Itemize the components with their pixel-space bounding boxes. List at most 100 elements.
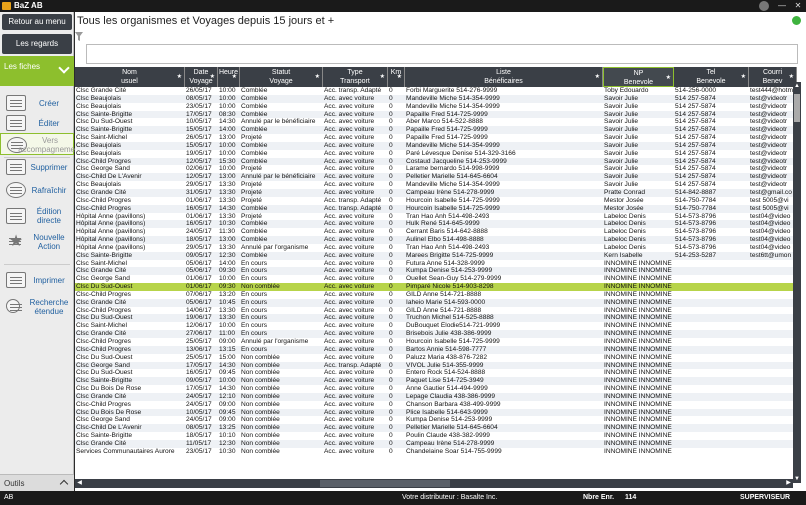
- vertical-scrollbar[interactable]: ▲ ▼: [793, 82, 801, 483]
- sidebar-item-edit[interactable]: Éditer: [0, 112, 74, 134]
- table-cell: Kern Isabelle: [604, 251, 643, 259]
- table-row[interactable]: Clsc-Child De L'Avenir 12/05/17 13:00 Annul…: [75, 173, 797, 182]
- table-row[interactable]: Clsc Grande Cité 31/05/17 13:30 Projeté Acc.…: [75, 188, 797, 197]
- sidebar-item-new-action[interactable]: ★ Nouvelle Action: [0, 231, 74, 253]
- table-row[interactable]: Clsc Sainte-Brigitte 15/05/17 14:00 Comblée…: [75, 126, 797, 135]
- col-date-voyage-header[interactable]: Date Voyage ★: [185, 67, 218, 87]
- table-row[interactable]: Clsc George Sand 17/05/17 14:30 Non comblée…: [75, 361, 797, 370]
- table-row[interactable]: Clsc-Child Progres 14/06/17 13:30 En cours A…: [75, 307, 797, 315]
- table-row[interactable]: Clsc Grande Cité 24/05/17 12:10 Non comblée…: [75, 392, 797, 401]
- sidebar-item-accompaniment[interactable]: Vers accompagnement: [0, 133, 82, 155]
- table-row[interactable]: Clsc Beaujolais 15/05/17 10:00 Comblée Acc. …: [75, 141, 797, 150]
- col-liste-beneficiaires-header[interactable]: Liste Bénéficaires ★: [405, 67, 603, 87]
- sort-icon[interactable]: ★: [666, 74, 671, 83]
- user-icon[interactable]: [759, 1, 769, 11]
- table-row[interactable]: Clsc Du Sud-Ouest 25/05/17 15:00 Non comblé…: [75, 354, 797, 362]
- col-type-transport-header[interactable]: Type Transport ★: [323, 67, 388, 87]
- table-row[interactable]: Clsc Grande Cité 26/05/17 10:00 Comblée Acc.…: [75, 87, 797, 95]
- col-km-header[interactable]: Km ★: [388, 67, 405, 87]
- table-row[interactable]: Clsc Sainte-Brigitte 09/05/17 10:00 Non com…: [75, 377, 797, 386]
- table-cell: 14:30: [219, 361, 236, 369]
- table-row[interactable]: Clsc Sainte-Brigitte 18/05/17 10:10 Non com…: [75, 432, 797, 440]
- minimize-icon[interactable]: —: [774, 0, 790, 12]
- table-row[interactable]: Clsc-Child Progres 16/05/17 14:30 Comblée Ac…: [75, 204, 797, 213]
- table-row[interactable]: Clsc Grande Cité 05/06/17 09:30 En cours Acc…: [75, 267, 797, 276]
- table-cell: Acc. avec voiture: [324, 251, 375, 259]
- table-row[interactable]: Hôpital Anne (pavillons) 01/06/17 13:30 Pro…: [75, 213, 797, 221]
- table-row[interactable]: Clsc Saint-Michel 12/06/17 10:00 En cours Ac…: [75, 322, 797, 330]
- table-row[interactable]: Clsc-Child Progres 24/05/17 09:00 Non combl…: [75, 401, 797, 409]
- table-row[interactable]: Clsc Beaujolais 23/05/17 10:00 Comblée Acc. …: [75, 103, 797, 111]
- close-icon[interactable]: ✕: [790, 0, 806, 12]
- col-statut-voyage-header[interactable]: Statut Voyage ★: [240, 67, 323, 87]
- sort-icon[interactable]: ★: [595, 73, 600, 82]
- sidebar-item-print[interactable]: Imprimer: [0, 269, 74, 291]
- table-row[interactable]: Clsc Grande Cité 05/06/17 10:45 En cours Acc…: [75, 298, 797, 307]
- table-row[interactable]: Services Communautaires Aurore 23/05/17 10…: [75, 448, 797, 456]
- back-to-menu-button[interactable]: Retour au menu: [2, 14, 72, 30]
- table-row[interactable]: Clsc Grande Cité 27/06/17 11:00 En cours Acc…: [75, 330, 797, 338]
- table-cell: test04@video: [750, 212, 791, 220]
- col-nom-usuel-header[interactable]: Nom usuel ★: [75, 67, 185, 87]
- table-row[interactable]: Clsc George Sand 01/06/17 10:00 En cours Acc…: [75, 275, 797, 283]
- table-row[interactable]: Clsc-Child Progres 13/06/17 13:15 En cours A…: [75, 345, 797, 354]
- fiches-section[interactable]: Les fiches: [0, 56, 74, 86]
- table-row[interactable]: Clsc Sainte-Brigitte 09/05/17 12:30 Comblée…: [75, 251, 797, 260]
- scroll-down-icon[interactable]: ▼: [793, 475, 801, 483]
- table-row[interactable]: Clsc Beaujolais 08/05/17 10:00 Comblée Acc. …: [75, 94, 797, 103]
- table-row[interactable]: Clsc-Child Progres 25/05/17 09:00 Annulé pa…: [75, 338, 797, 346]
- sort-icon[interactable]: ★: [380, 73, 385, 82]
- scrollbar-thumb[interactable]: [320, 480, 450, 487]
- sidebar-item-delete[interactable]: Supprimer: [0, 156, 74, 178]
- scroll-left-icon[interactable]: ◀: [75, 479, 84, 488]
- table-row[interactable]: Clsc Du Bois De Rose 17/05/17 14:30 Non com…: [75, 385, 797, 393]
- filter-icon[interactable]: [75, 32, 83, 41]
- scroll-up-icon[interactable]: ▲: [793, 82, 801, 90]
- scrollbar-thumb[interactable]: [794, 94, 800, 122]
- table-row[interactable]: Hôpital Anne (pavillons) 16/05/17 10:30 Com…: [75, 220, 797, 229]
- sort-icon[interactable]: ★: [315, 73, 320, 82]
- table-row[interactable]: Clsc Du Bois De Rose 10/05/17 09:45 Non com…: [75, 408, 797, 417]
- col-heure-header[interactable]: Heure ★: [218, 67, 240, 87]
- sidebar-item-extended-search[interactable]: Recherche étendue: [0, 296, 74, 318]
- sidebar-item-refresh[interactable]: Rafraîchir: [0, 179, 74, 201]
- table-row[interactable]: Clsc Saint-Michel 05/06/17 14:00 En cours Ac…: [75, 260, 797, 268]
- table-row[interactable]: Clsc Du Sud-Ouest 19/06/17 13:30 En cours Ac…: [75, 314, 797, 323]
- sort-icon[interactable]: ★: [177, 73, 182, 82]
- table-row[interactable]: Clsc Sainte-Brigitte 17/05/17 08:30 Comblée…: [75, 110, 797, 119]
- filter-input[interactable]: [86, 44, 798, 64]
- sort-icon[interactable]: ★: [232, 73, 237, 82]
- table-row[interactable]: Clsc-Child De L'Avenir 08/05/17 13:25 Non c…: [75, 424, 797, 433]
- col-np-benevole-header[interactable]: NP Benevole ★: [603, 67, 674, 87]
- table-row[interactable]: Clsc Du Sud-Ouest 10/05/17 14:30 Annulé par…: [75, 118, 797, 126]
- outils-section[interactable]: Outils: [0, 474, 74, 491]
- sort-icon[interactable]: ★: [789, 73, 794, 82]
- table-row[interactable]: Hôpital Anne (pavillons) 18/05/17 13:00 Com…: [75, 236, 797, 244]
- table-row[interactable]: Clsc Du Sud-Ouest 01/06/17 09:30 Non comblé…: [75, 283, 797, 291]
- sort-icon[interactable]: ★: [741, 73, 746, 82]
- table-row[interactable]: Clsc-Child Progres 01/06/17 13:30 Projeté Ac…: [75, 197, 797, 205]
- col-tel-benevole-header[interactable]: Tel Benevole ★: [674, 67, 749, 87]
- sidebar-item-direct-edit[interactable]: Édition directe: [0, 205, 74, 227]
- scroll-right-icon[interactable]: ▶: [784, 479, 793, 488]
- table-row[interactable]: Clsc Beaujolais 29/05/17 13:30 Projeté Acc. …: [75, 181, 797, 189]
- regards-button[interactable]: Les regards: [2, 34, 72, 54]
- table-row[interactable]: Clsc Du Sud-Ouest 16/05/17 09:45 Non comblé…: [75, 369, 797, 377]
- horizontal-scrollbar[interactable]: ◀ ▶: [75, 479, 793, 488]
- table-row[interactable]: Clsc George Sand 02/06/17 10:00 Projeté Acc.…: [75, 165, 797, 173]
- table-row[interactable]: Clsc Beaujolais 19/05/17 10:00 Comblée Acc. …: [75, 150, 797, 158]
- sort-icon[interactable]: ★: [210, 73, 215, 82]
- table-row[interactable]: Hôpital Anne (pavillons) 24/05/17 11:30 Com…: [75, 228, 797, 236]
- table-row[interactable]: Clsc-Child Progres 07/06/17 13:20 En cours A…: [75, 291, 797, 299]
- col-courriel-benevole-header[interactable]: Courri Benev ★: [749, 67, 797, 87]
- table-row[interactable]: Clsc-Child Progres 12/05/17 15:30 Comblée Ac…: [75, 157, 797, 166]
- table-row[interactable]: Clsc Grande Cité 11/05/17 12:30 Non comblée…: [75, 439, 797, 448]
- sidebar-item-create[interactable]: Créer: [0, 92, 74, 114]
- table-cell: 29/05/17: [186, 243, 212, 251]
- table-cell: Acc. avec voiture: [324, 400, 375, 408]
- table-row[interactable]: Hôpital Anne (pavillons) 29/05/17 13:30 Ann…: [75, 244, 797, 252]
- sort-icon[interactable]: ★: [397, 73, 402, 82]
- table-cell: 18/05/17: [186, 432, 212, 440]
- table-row[interactable]: Clsc Saint-Michel 26/05/17 13:00 Projeté Acc…: [75, 134, 797, 142]
- table-row[interactable]: Clsc George Sand 24/05/17 09:00 Non comblée…: [75, 416, 797, 424]
